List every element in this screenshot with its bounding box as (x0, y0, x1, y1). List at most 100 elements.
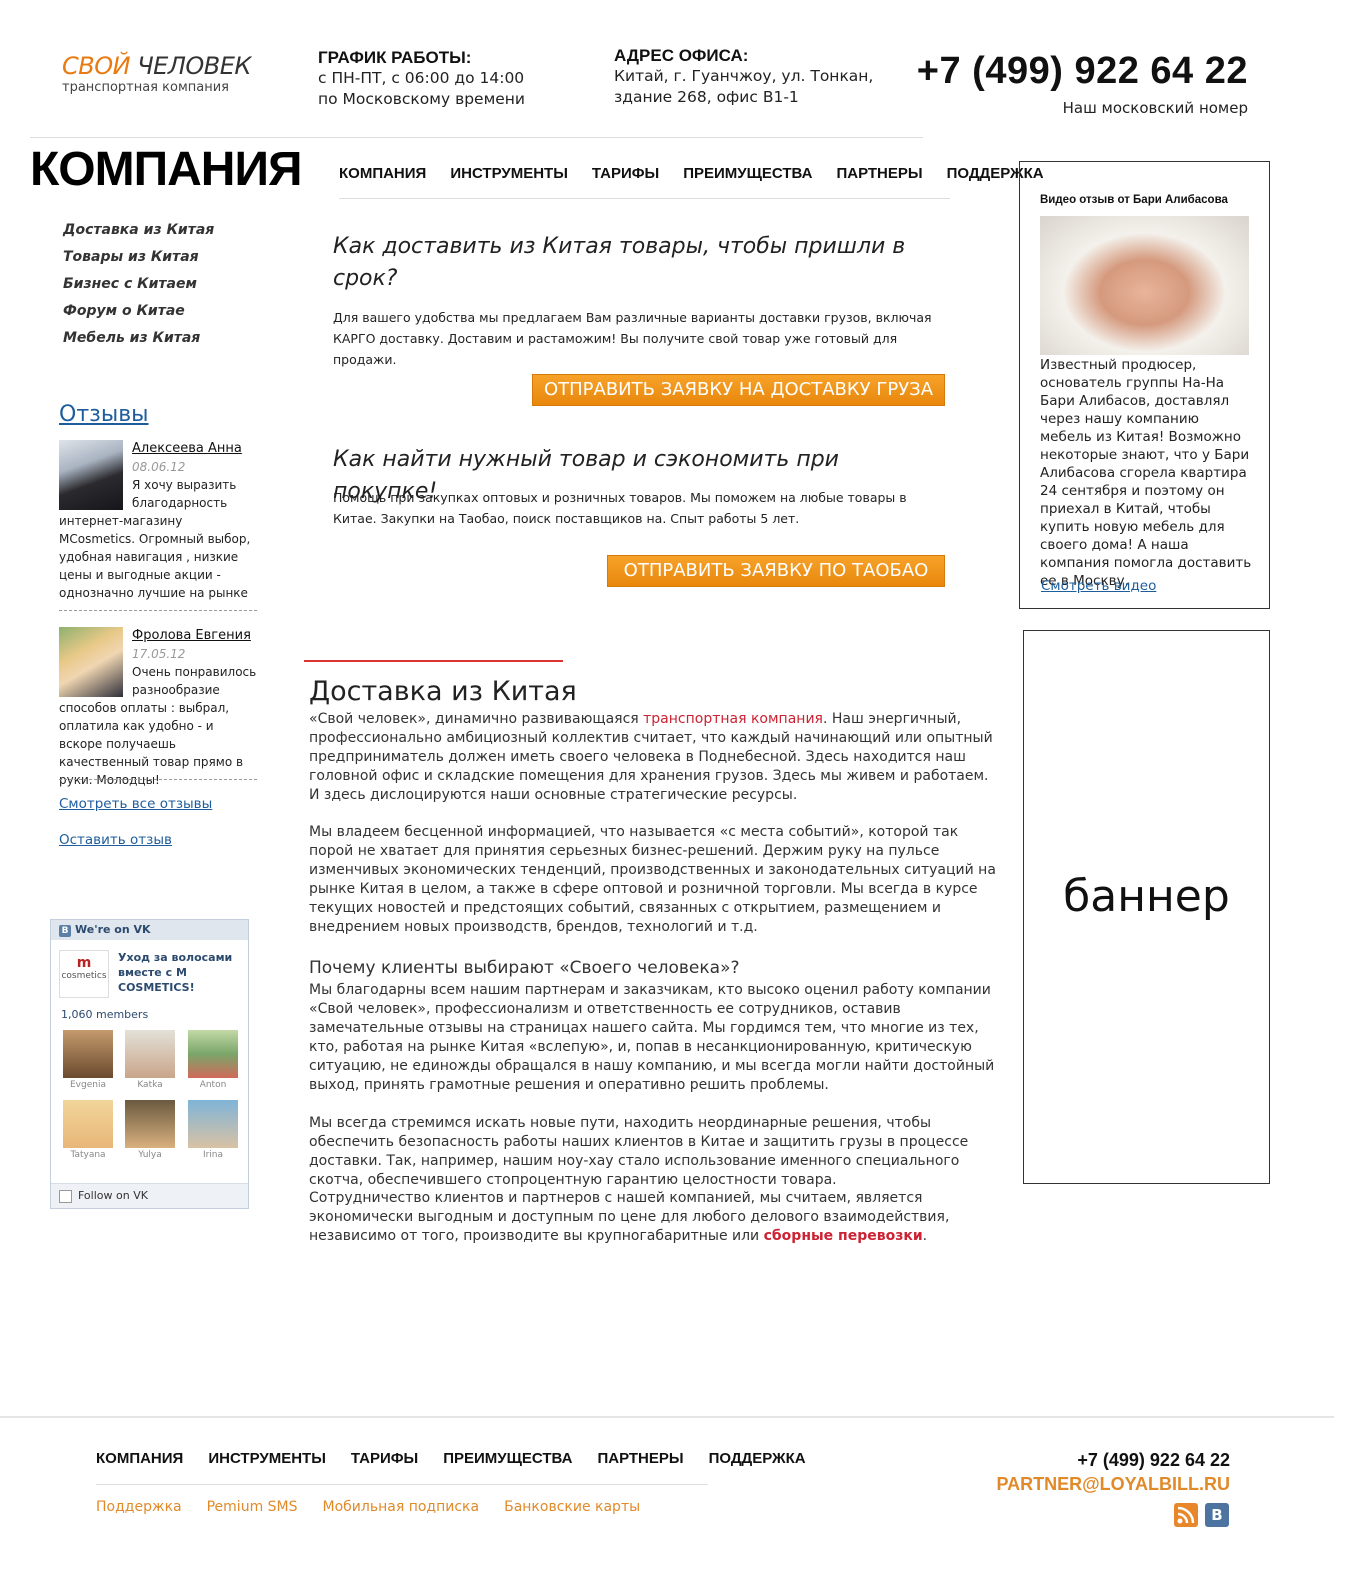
review-item: Алексеева Анна 08.06.12 Я хочу выразить … (59, 440, 259, 602)
footer-nav: КОМПАНИЯ ИНСТРУМЕНТЫ ТАРИФЫ ПРЕИМУЩЕСТВА… (96, 1450, 806, 1467)
vk-member-name: Anton (199, 1080, 227, 1090)
vk-member[interactable]: Irina (188, 1100, 238, 1160)
nav-tariffs[interactable]: ТАРИФЫ (592, 165, 659, 182)
vk-logo-mark: m (76, 955, 92, 971)
paragraph-2: Мы владеем бесценной информацией, что на… (309, 824, 996, 935)
reviewer-avatar (59, 627, 123, 697)
schedule-title: ГРАФИК РАБОТЫ: (318, 48, 472, 67)
q1-title: Как доставить из Китая товары, чтобы при… (333, 234, 906, 291)
paragraph-1: «Свой человек», динамично развивающаяся … (309, 710, 999, 805)
video-title: Видео отзыв от Бари Алибасова (1040, 194, 1228, 206)
video-review-box: Видео отзыв от Бари Алибасова Известный … (1019, 161, 1270, 609)
vk-member-avatar (188, 1100, 238, 1148)
reviewer-avatar (59, 440, 123, 510)
vk-logo-word: cosmetics (61, 971, 107, 981)
vk-header: B We're on VK (51, 920, 248, 940)
footer-link-mobile[interactable]: Мобильная подписка (323, 1499, 480, 1515)
reviews-title[interactable]: Отзывы (59, 402, 149, 427)
footer-subnav: Поддержка Pemium SMS Мобильная подписка … (96, 1499, 640, 1515)
taobao-request-button[interactable]: ОТПРАВИТЬ ЗАЯВКУ ПО ТАОБАО (607, 555, 945, 587)
footer-nav-partners[interactable]: ПАРТНЕРЫ (597, 1450, 683, 1467)
delivery-request-button[interactable]: ОТПРАВИТЬ ЗАЯВКУ НА ДОСТАВКУ ГРУЗА (532, 374, 945, 406)
address-title: АДРЕС ОФИСА: (614, 46, 749, 65)
footer-divider (0, 1416, 1334, 1418)
header-divider (30, 137, 923, 138)
see-all-reviews-link[interactable]: Смотреть все отзывы (59, 796, 212, 812)
vk-header-text: We're on VK (75, 923, 151, 936)
vk-widget: B We're on VK m cosmetics Уход за волосам… (50, 919, 249, 1209)
vk-icon: B (59, 925, 71, 937)
leave-review-link[interactable]: Оставить отзыв (59, 832, 172, 848)
section-accent-line (304, 660, 563, 662)
watch-video-link[interactable]: Смотреть видео (1041, 578, 1156, 594)
footer-nav-support[interactable]: ПОДДЕРЖКА (709, 1450, 806, 1467)
logo[interactable]: СВОЙ ЧЕЛОВЕК (62, 52, 251, 80)
follow-checkbox[interactable] (59, 1189, 72, 1203)
left-menu-item[interactable]: Форум о Китае (63, 303, 214, 330)
footer-nav-company[interactable]: КОМПАНИЯ (96, 1450, 183, 1467)
left-menu-item[interactable]: Товары из Китая (63, 249, 214, 276)
address-line2: здание 268, офис В1-1 (614, 88, 799, 106)
nav-divider (339, 198, 950, 199)
banner-text: баннер (1063, 871, 1230, 922)
footer-link-cards[interactable]: Банковские карты (504, 1499, 640, 1515)
paragraph-3: Мы благодарны всем нашим партнерам и зак… (309, 982, 995, 1093)
schedule-line2: по Московскому времени (318, 90, 526, 108)
vk-member-avatar (125, 1100, 175, 1148)
section-title: Доставка из Китая (309, 676, 577, 707)
video-thumbnail[interactable] (1040, 216, 1249, 355)
nav-advantages[interactable]: ПРЕИМУЩЕСТВА (683, 165, 812, 182)
section-subtitle: Почему клиенты выбирают «Своего человека… (309, 958, 740, 978)
review-divider (59, 779, 257, 780)
footer-nav-divider (96, 1484, 708, 1485)
vk-member[interactable]: Evgenia (63, 1030, 113, 1090)
footer-link-sms[interactable]: Pemium SMS (207, 1499, 298, 1515)
vk-footer-icon[interactable]: B (1205, 1503, 1229, 1527)
vk-member-name: Katka (137, 1080, 163, 1090)
vk-member-avatar (63, 1100, 113, 1148)
vk-member[interactable]: Tatyana (63, 1100, 113, 1160)
vk-member[interactable]: Anton (188, 1030, 238, 1090)
footer-email[interactable]: PARTNER@LOYALBILL.RU (996, 1474, 1230, 1495)
review-divider (59, 610, 257, 611)
paragraph-5: Сотрудничество клиентов и партнеров с на… (309, 1189, 999, 1246)
nav-company[interactable]: КОМПАНИЯ (339, 165, 426, 182)
left-menu-item[interactable]: Бизнес с Китаем (63, 276, 214, 303)
logo-word2: ЧЕЛОВЕК (137, 52, 251, 80)
schedule-line1: с ПН-ПТ, с 06:00 до 14:00 (318, 69, 525, 87)
vk-follow-bar[interactable]: Follow on VK (51, 1183, 248, 1208)
p1-text-a: «Свой человек», динамично развивающаяся (309, 711, 644, 727)
footer-phone[interactable]: +7 (499) 922 64 22 (1077, 1450, 1230, 1471)
transport-company-link[interactable]: транспортная компания (643, 711, 823, 727)
logo-word1: СВОЙ (62, 52, 131, 80)
q1-text: Для вашего удобства мы предлагаем Вам ра… (333, 310, 932, 367)
address-block: АДРЕС ОФИСА: Китай, г. Гуанчжоу, ул. Тон… (614, 46, 873, 108)
vk-member-name: Tatyana (70, 1150, 106, 1160)
vk-member-avatar (125, 1030, 175, 1078)
vk-follow-label: Follow on VK (78, 1189, 148, 1202)
nav-partners[interactable]: ПАРТНЕРЫ (836, 165, 922, 182)
rss-icon[interactable] (1174, 1503, 1198, 1527)
vk-member-name: Yulya (138, 1150, 162, 1160)
vk-member-name: Evgenia (70, 1080, 106, 1090)
footer-link-support[interactable]: Поддержка (96, 1499, 182, 1515)
header-phone[interactable]: +7 (499) 922 64 22 (917, 50, 1248, 93)
q2-text: Помощь при закупках оптовых и розничных … (333, 490, 907, 526)
vk-group-name[interactable]: Уход за волосами вместе с M COSMETICS! (118, 950, 236, 995)
group-shipping-link[interactable]: сборные перевозки (764, 1228, 923, 1244)
banner-placeholder[interactable]: баннер (1023, 630, 1270, 1184)
left-menu-item[interactable]: Мебель из Китая (63, 330, 214, 357)
schedule-block: ГРАФИК РАБОТЫ: с ПН-ПТ, с 06:00 до 14:00… (318, 48, 525, 110)
footer-nav-advantages[interactable]: ПРЕИМУЩЕСТВА (443, 1450, 572, 1467)
vk-member[interactable]: Katka (125, 1030, 175, 1090)
vk-member-avatar (63, 1030, 113, 1078)
vk-group-logo[interactable]: m cosmetics (59, 950, 109, 998)
left-menu-item[interactable]: Доставка из Китая (63, 222, 214, 249)
vk-member[interactable]: Yulya (125, 1100, 175, 1160)
paragraph-4: Мы всегда стремимся искать новые пути, н… (309, 1115, 969, 1188)
footer-nav-tariffs[interactable]: ТАРИФЫ (351, 1450, 418, 1467)
nav-tools[interactable]: ИНСТРУМЕНТЫ (450, 165, 568, 182)
address-line1: Китай, г. Гуанчжоу, ул. Тонкан, (614, 67, 874, 85)
vk-members-count[interactable]: 1,060 members (61, 1008, 148, 1021)
footer-nav-tools[interactable]: ИНСТРУМЕНТЫ (208, 1450, 326, 1467)
